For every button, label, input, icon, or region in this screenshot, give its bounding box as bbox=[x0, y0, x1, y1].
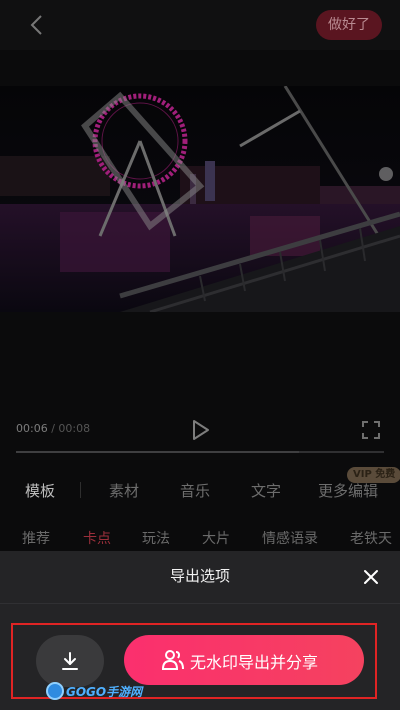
download-icon bbox=[62, 652, 78, 670]
download-button[interactable] bbox=[36, 635, 104, 687]
watermark-text: GOGO手游网 bbox=[66, 685, 143, 699]
done-button[interactable]: 做好了 bbox=[316, 10, 382, 40]
video-preview[interactable] bbox=[0, 86, 400, 312]
tab-material[interactable]: 素材 bbox=[109, 480, 139, 501]
total-time: 00:08 bbox=[58, 422, 91, 435]
export-share-button[interactable]: 无水印导出并分享 bbox=[124, 635, 364, 685]
category-gameplay[interactable]: 玩法 bbox=[142, 528, 170, 548]
tab-template[interactable]: 模板 bbox=[25, 480, 55, 501]
playback-time: 00:06 / 00:08 bbox=[16, 422, 90, 435]
tab-music[interactable]: 音乐 bbox=[180, 480, 210, 501]
tab-divider bbox=[80, 482, 81, 498]
current-time: 00:06 bbox=[16, 422, 48, 435]
tab-more-edit[interactable]: 更多编辑 bbox=[318, 480, 378, 501]
fullscreen-icon[interactable] bbox=[362, 421, 380, 439]
time-separator: / bbox=[47, 422, 59, 435]
video-frame-image bbox=[0, 86, 400, 312]
vip-free-badge: VIP 免费 bbox=[347, 467, 400, 483]
category-emotional-quotes[interactable]: 情感语录 bbox=[262, 528, 318, 548]
export-button-label: 无水印导出并分享 bbox=[190, 653, 319, 672]
tab-text[interactable]: 文字 bbox=[251, 480, 281, 501]
sheet-divider bbox=[0, 603, 400, 604]
share-people-icon bbox=[162, 650, 184, 670]
category-beat[interactable]: 卡点 bbox=[83, 528, 111, 548]
template-categories: 推荐 卡点 玩法 大片 情感语录 老铁天 bbox=[0, 520, 400, 552]
category-blockbuster[interactable]: 大片 bbox=[202, 528, 230, 548]
back-chevron-icon[interactable] bbox=[24, 12, 50, 38]
category-recommended[interactable]: 推荐 bbox=[22, 528, 50, 548]
close-icon[interactable] bbox=[362, 568, 380, 586]
progress-fill bbox=[16, 451, 300, 453]
sheet-title: 导出选项 bbox=[169, 567, 230, 585]
progress-bar[interactable] bbox=[16, 451, 384, 453]
top-bar: 做好了 bbox=[0, 0, 400, 50]
category-laotie[interactable]: 老铁天 bbox=[350, 528, 392, 548]
play-icon[interactable] bbox=[191, 419, 211, 441]
edit-tabs: 模板 素材 音乐 文字 更多编辑 bbox=[0, 468, 400, 512]
watermark-logo-icon bbox=[46, 682, 64, 700]
player-controls: 00:06 / 00:08 bbox=[0, 412, 400, 453]
